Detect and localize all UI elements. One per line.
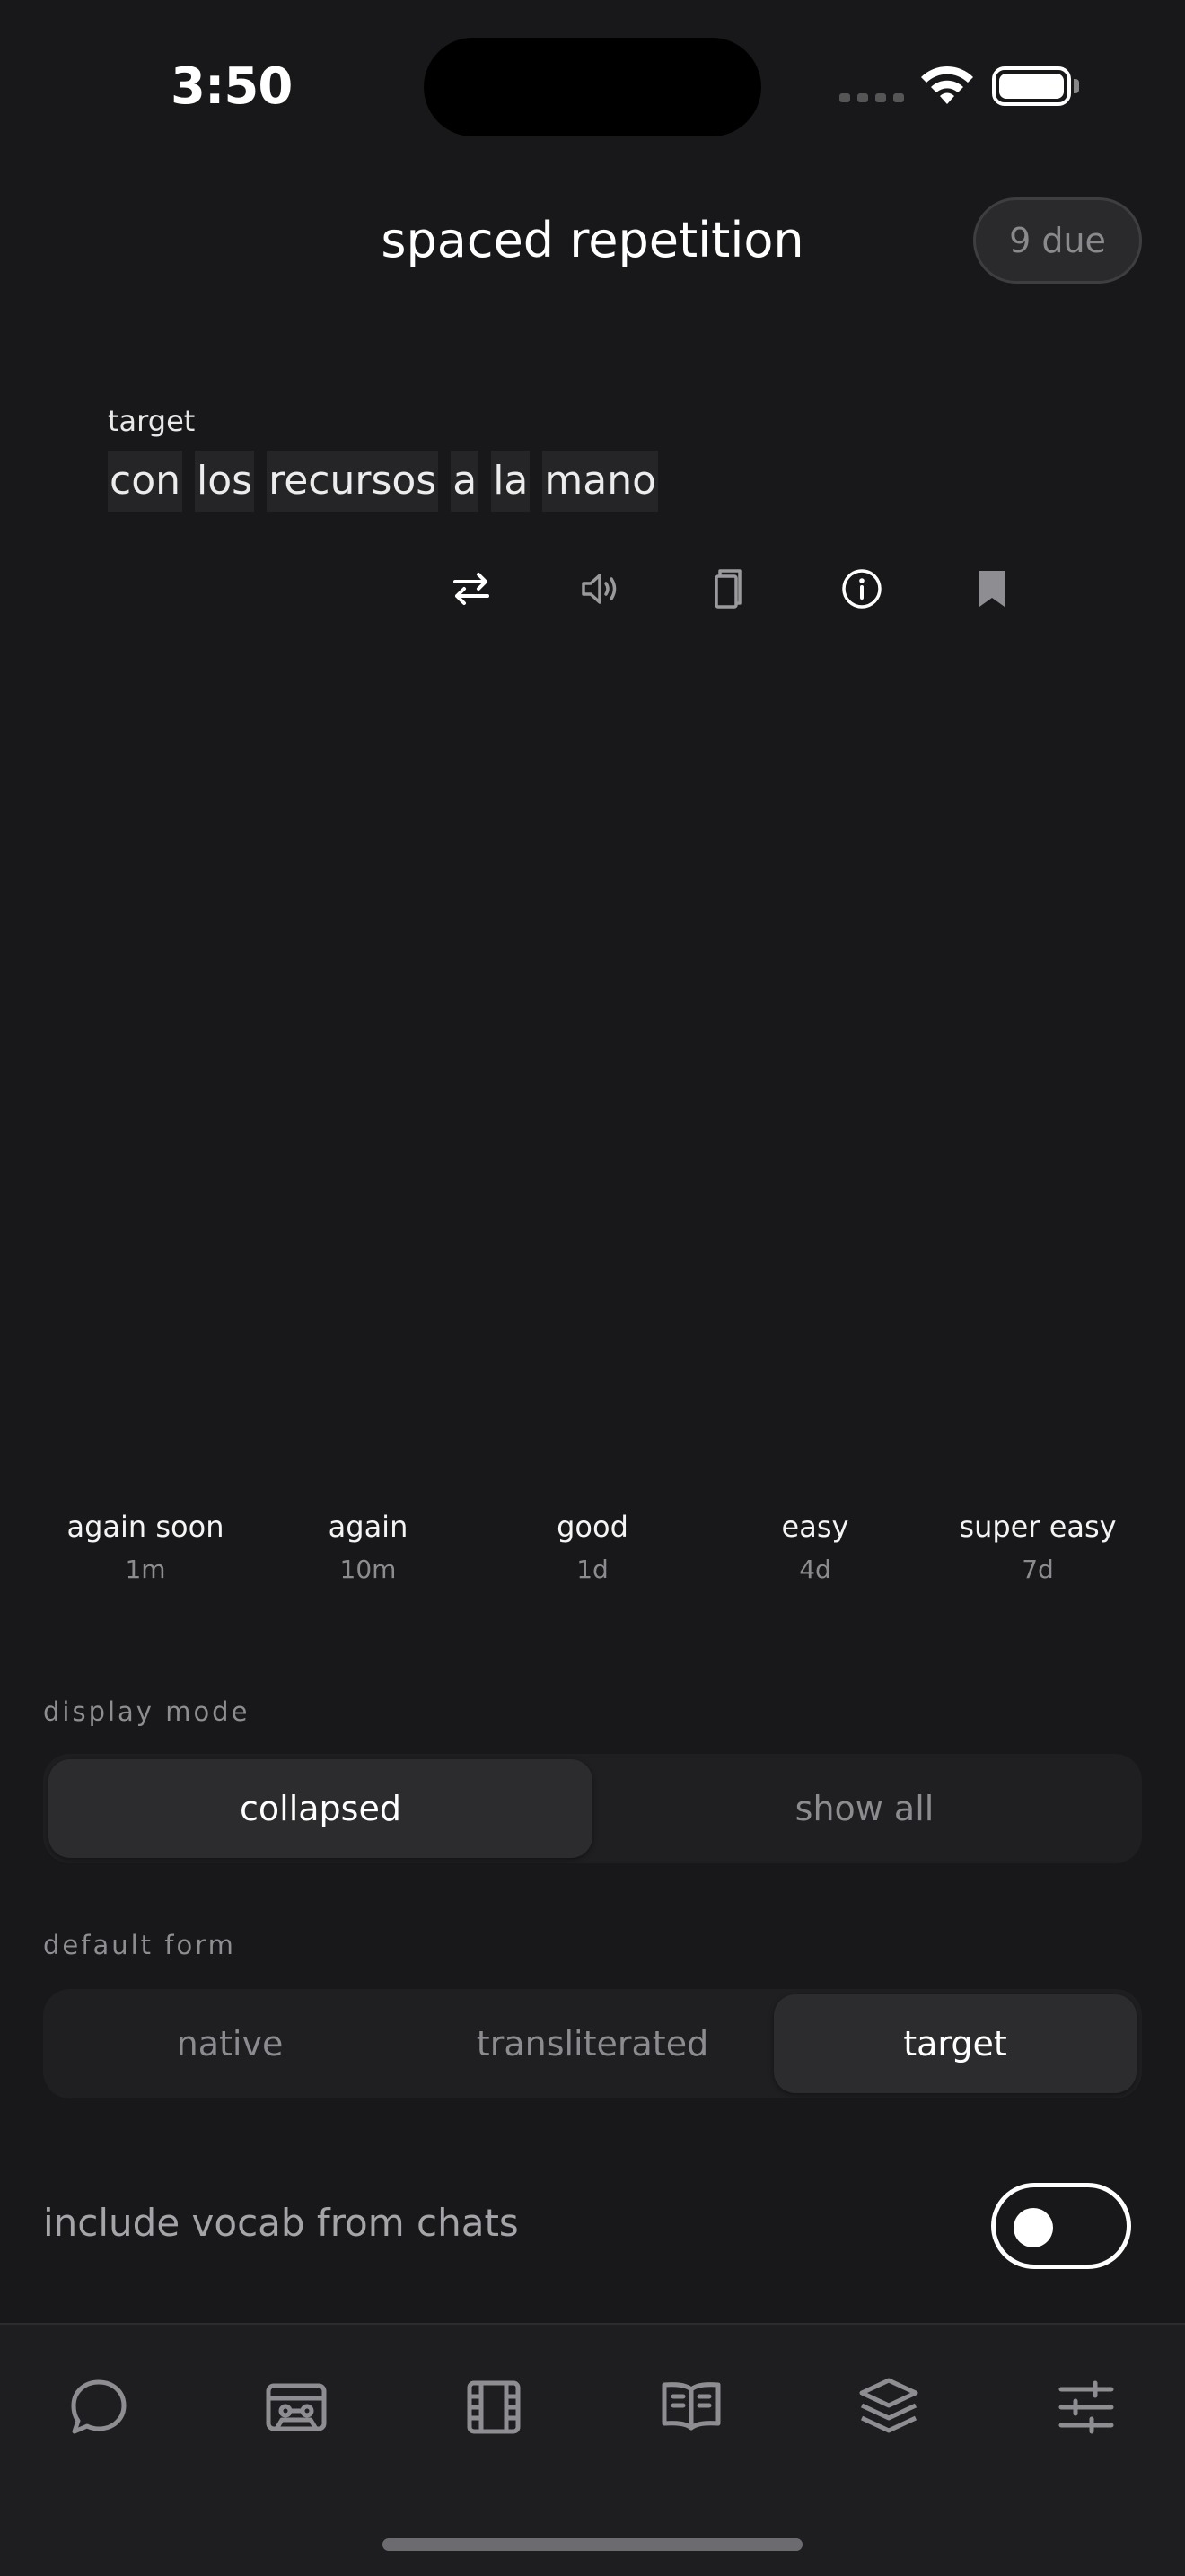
sliders-icon[interactable] <box>1041 2362 1131 2452</box>
phrase-word[interactable]: mano <box>542 451 659 512</box>
chat-icon[interactable] <box>54 2362 144 2452</box>
default-form-label: default form <box>43 1930 236 1960</box>
rating-good[interactable]: good 1d <box>485 1510 700 1584</box>
segment-native[interactable]: native <box>48 1994 411 2093</box>
book-icon[interactable] <box>646 2362 736 2452</box>
copy-icon[interactable] <box>709 553 754 625</box>
segment-show-all[interactable]: show all <box>592 1759 1137 1858</box>
rating-interval: 4d <box>799 1555 831 1584</box>
rating-label: again soon <box>66 1510 224 1544</box>
rating-again-soon[interactable]: again soon 1m <box>38 1510 253 1584</box>
rating-easy[interactable]: easy 4d <box>707 1510 923 1584</box>
segment-transliterated[interactable]: transliterated <box>411 1994 774 2093</box>
battery-icon <box>992 66 1071 106</box>
rating-super-easy[interactable]: super easy 7d <box>930 1510 1146 1584</box>
include-vocab-toggle[interactable] <box>991 2183 1131 2269</box>
rating-label: again <box>328 1510 408 1544</box>
card-actions <box>449 553 1014 625</box>
include-vocab-label: include vocab from chats <box>43 2201 519 2245</box>
rating-label: easy <box>781 1510 849 1544</box>
info-icon[interactable] <box>839 553 884 625</box>
card-form-label: target <box>108 404 196 438</box>
display-mode-control: collapsed show all <box>43 1754 1142 1863</box>
rating-label: super easy <box>959 1510 1117 1544</box>
toggle-knob <box>1014 2208 1053 2247</box>
home-indicator <box>382 2538 803 2551</box>
due-count-badge[interactable]: 9 due <box>973 197 1142 284</box>
phrase-word[interactable]: recursos <box>267 451 439 512</box>
battery-tip <box>1074 79 1079 93</box>
rating-interval: 1m <box>125 1555 166 1584</box>
rating-again[interactable]: again 10m <box>260 1510 476 1584</box>
wifi-icon <box>916 63 979 111</box>
layers-icon[interactable] <box>844 2362 934 2452</box>
cassette-icon[interactable] <box>251 2362 341 2452</box>
phrase-word[interactable]: con <box>108 451 182 512</box>
default-form-control: native transliterated target <box>43 1989 1142 2098</box>
phrase-word[interactable]: la <box>491 451 531 512</box>
segment-collapsed[interactable]: collapsed <box>48 1759 592 1858</box>
display-mode-label: display mode <box>43 1696 250 1727</box>
dynamic-island <box>424 38 761 136</box>
rating-interval: 7d <box>1022 1555 1054 1584</box>
bookmark-icon[interactable] <box>970 553 1014 625</box>
phrase-word[interactable]: a <box>451 451 479 512</box>
card-phrase: con los recursos a la mano <box>108 451 659 512</box>
cellular-signal-icon <box>839 93 904 102</box>
speaker-icon[interactable] <box>579 553 624 625</box>
rating-interval: 1d <box>576 1555 609 1584</box>
rating-interval: 10m <box>339 1555 397 1584</box>
status-time: 3:50 <box>171 57 293 116</box>
segment-target[interactable]: target <box>774 1994 1137 2093</box>
swap-icon[interactable] <box>449 553 494 625</box>
rating-label: good <box>557 1510 628 1544</box>
phrase-word[interactable]: los <box>195 451 255 512</box>
film-icon[interactable] <box>449 2362 539 2452</box>
